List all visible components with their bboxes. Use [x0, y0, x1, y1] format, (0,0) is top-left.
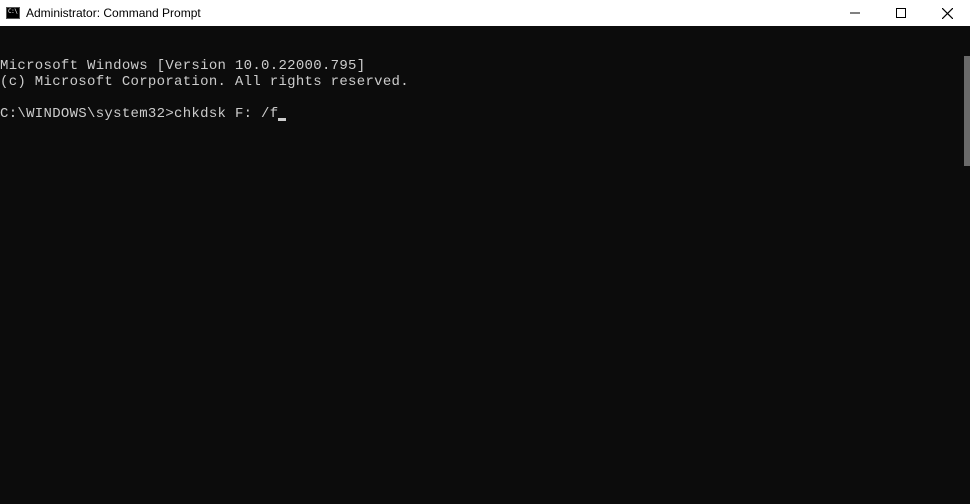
output-line: Microsoft Windows [Version 10.0.22000.79…	[0, 58, 970, 74]
prompt: C:\WINDOWS\system32>	[0, 106, 174, 122]
maximize-icon	[896, 8, 906, 18]
window-controls	[832, 0, 970, 26]
minimize-icon	[850, 8, 860, 18]
close-button[interactable]	[924, 0, 970, 26]
terminal-content: Microsoft Windows [Version 10.0.22000.79…	[0, 26, 970, 154]
cursor	[278, 118, 286, 121]
command-prompt-window: C:\ Administrator: Command Prompt	[0, 0, 970, 504]
cmd-icon: C:\	[6, 7, 20, 19]
scrollbar-thumb[interactable]	[964, 56, 970, 166]
prompt-line: C:\WINDOWS\system32>chkdsk F: /f	[0, 106, 970, 122]
window-title: Administrator: Command Prompt	[26, 6, 201, 20]
maximize-button[interactable]	[878, 0, 924, 26]
titlebar[interactable]: C:\ Administrator: Command Prompt	[0, 0, 970, 26]
minimize-button[interactable]	[832, 0, 878, 26]
terminal-area[interactable]: Microsoft Windows [Version 10.0.22000.79…	[0, 26, 970, 504]
command-input[interactable]: chkdsk F: /f	[174, 106, 278, 122]
output-line: (c) Microsoft Corporation. All rights re…	[0, 74, 970, 90]
close-icon	[942, 8, 953, 19]
